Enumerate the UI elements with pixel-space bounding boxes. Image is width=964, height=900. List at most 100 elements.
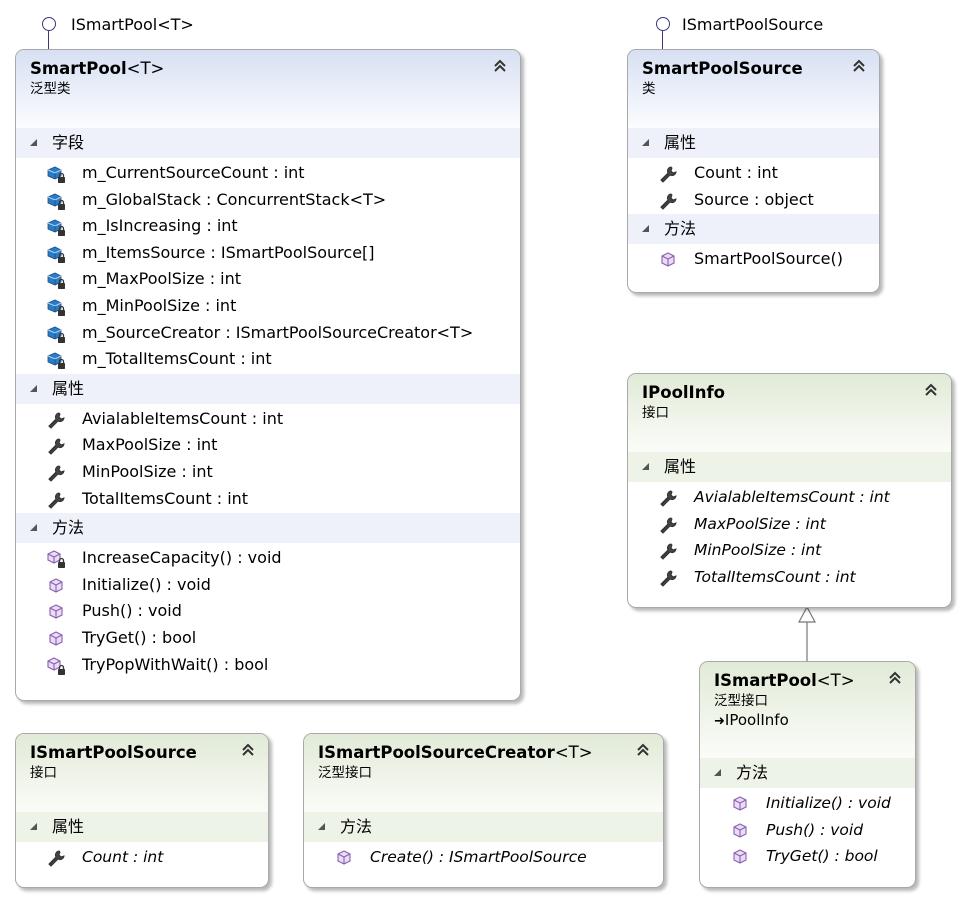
field-item[interactable]: m_TotalItemsCount : int [16,346,520,373]
private-method-cube-icon [46,549,66,569]
property-item[interactable]: Source : object [628,187,879,214]
method-item[interactable]: Push() : void [700,817,915,844]
method-item[interactable]: Initialize() : void [700,790,915,817]
interface-header: ISmartPool<T> 泛型接口 ➜IPoolInfo [700,662,915,758]
field-item[interactable]: m_GlobalStack : ConcurrentStack<T> [16,187,520,214]
double-chevron-up-icon[interactable] [923,382,939,398]
section-properties[interactable]: 属性 [16,373,520,404]
wrench-property-icon [46,436,66,456]
property-item[interactable]: MaxPoolSize : int [628,511,951,538]
section-methods[interactable]: 方法 [700,758,915,788]
section-methods[interactable]: 方法 [16,513,520,544]
property-item[interactable]: MaxPoolSize : int [16,432,520,459]
properties-list: Count : int Source : object [628,158,879,214]
wrench-property-icon [658,541,678,561]
section-fields[interactable]: 字段 [16,128,520,158]
method-cube-icon [46,629,66,649]
double-chevron-up-icon[interactable] [887,670,903,686]
property-item[interactable]: TotalItemsCount : int [628,564,951,591]
property-item[interactable]: Count : int [16,844,268,871]
class-kind: 泛型类 [30,81,71,97]
property-item[interactable]: MinPoolSize : int [16,459,520,486]
expand-triangle-icon[interactable] [642,463,649,470]
method-item[interactable]: TryPopWithWait() : bool [16,652,520,679]
expand-triangle-icon[interactable] [30,524,37,532]
interface-kind: 接口 [30,765,57,781]
method-cube-icon [730,794,750,814]
inheritance-arrow-icon [798,605,816,662]
interface-name: ISmartPoolSourceCreator<T> [318,743,593,762]
class-smartpool[interactable]: SmartPool<T> 泛型类 字段 m_CurrentSourceCount… [15,49,521,701]
expand-triangle-icon[interactable] [30,384,37,392]
method-item[interactable]: IncreaseCapacity() : void [16,545,520,572]
method-cube-icon [46,602,66,622]
method-item[interactable]: Initialize() : void [16,572,520,599]
expand-triangle-icon[interactable] [714,769,721,776]
section-methods[interactable]: 方法 [628,214,879,245]
double-chevron-up-icon[interactable] [851,58,867,74]
expand-triangle-icon[interactable] [642,139,649,146]
method-item[interactable]: Push() : void [16,598,520,625]
fields-list: m_CurrentSourceCount : int m_GlobalStack… [16,158,520,374]
method-cube-icon [46,576,66,596]
property-item[interactable]: Count : int [628,160,879,187]
section-label: 属性 [664,133,697,152]
expand-triangle-icon[interactable] [30,139,37,146]
interface-name: ISmartPool<T> [714,671,855,690]
interface-ismartpoolsource[interactable]: ISmartPoolSource 接口 属性 Count : int [15,733,269,888]
interface-lollipop-icon [656,17,670,31]
method-cube-icon [730,847,750,867]
property-item[interactable]: AvialableItemsCount : int [16,406,520,433]
wrench-property-icon [658,191,678,211]
properties-list: AvialableItemsCount : int MaxPoolSize : … [628,482,951,591]
section-label: 方法 [736,763,769,782]
section-properties[interactable]: 属性 [16,812,268,842]
lollipop-label-ismartpoolsource: ISmartPoolSource [682,15,824,34]
expand-triangle-icon[interactable] [642,225,649,233]
private-field-icon [46,217,66,237]
class-smartpoolsource[interactable]: SmartPoolSource 类 属性 Count : int Source … [627,49,880,293]
interface-ipoolinfo[interactable]: IPoolInfo 接口 属性 AvialableItemsCount : in… [627,373,952,608]
private-field-icon [46,164,66,184]
expand-triangle-icon[interactable] [318,823,325,830]
section-label: 属性 [664,457,697,476]
properties-list: Count : int [16,842,268,872]
methods-list: Initialize() : void Push() : void TryGet… [700,788,915,871]
class-kind: 类 [642,81,656,97]
base-interface: ➜IPoolInfo [714,711,789,729]
property-item[interactable]: TotalItemsCount : int [16,486,520,513]
method-item[interactable]: TryGet() : bool [700,843,915,870]
interface-kind: 泛型接口 [318,765,372,781]
interface-ismartpool[interactable]: ISmartPool<T> 泛型接口 ➜IPoolInfo 方法 Initial… [699,661,916,888]
private-field-icon [46,270,66,290]
class-header: SmartPoolSource 类 [628,50,879,128]
field-item[interactable]: m_MaxPoolSize : int [16,266,520,293]
section-label: 方法 [664,219,697,239]
field-item[interactable]: m_ItemsSource : ISmartPoolSource[] [16,240,520,267]
double-chevron-up-icon[interactable] [492,58,508,74]
inherit-arrow-icon: ➜ [714,714,725,729]
private-field-icon [46,191,66,211]
method-item[interactable]: Create() : ISmartPoolSource [304,844,663,871]
interface-header: ISmartPoolSource 接口 [16,734,268,812]
method-item[interactable]: SmartPoolSource() [628,246,879,273]
section-properties[interactable]: 属性 [628,452,951,482]
method-item[interactable]: TryGet() : bool [16,625,520,652]
expand-triangle-icon[interactable] [30,823,37,830]
section-methods[interactable]: 方法 [304,812,663,842]
field-item[interactable]: m_MinPoolSize : int [16,293,520,320]
private-field-icon [46,297,66,317]
interface-ismartpoolsourcecreator[interactable]: ISmartPoolSourceCreator<T> 泛型接口 方法 Creat… [303,733,664,888]
field-item[interactable]: m_IsIncreasing : int [16,213,520,240]
field-item[interactable]: m_SourceCreator : ISmartPoolSourceCreato… [16,320,520,347]
methods-list: IncreaseCapacity() : void Initialize() :… [16,543,520,679]
double-chevron-up-icon[interactable] [240,742,256,758]
double-chevron-up-icon[interactable] [635,742,651,758]
property-item[interactable]: AvialableItemsCount : int [628,484,951,511]
field-item[interactable]: m_CurrentSourceCount : int [16,160,520,187]
wrench-property-icon [46,490,66,510]
interface-header: ISmartPoolSourceCreator<T> 泛型接口 [304,734,663,812]
methods-list: Create() : ISmartPoolSource [304,842,663,872]
property-item[interactable]: MinPoolSize : int [628,537,951,564]
section-properties[interactable]: 属性 [628,128,879,158]
